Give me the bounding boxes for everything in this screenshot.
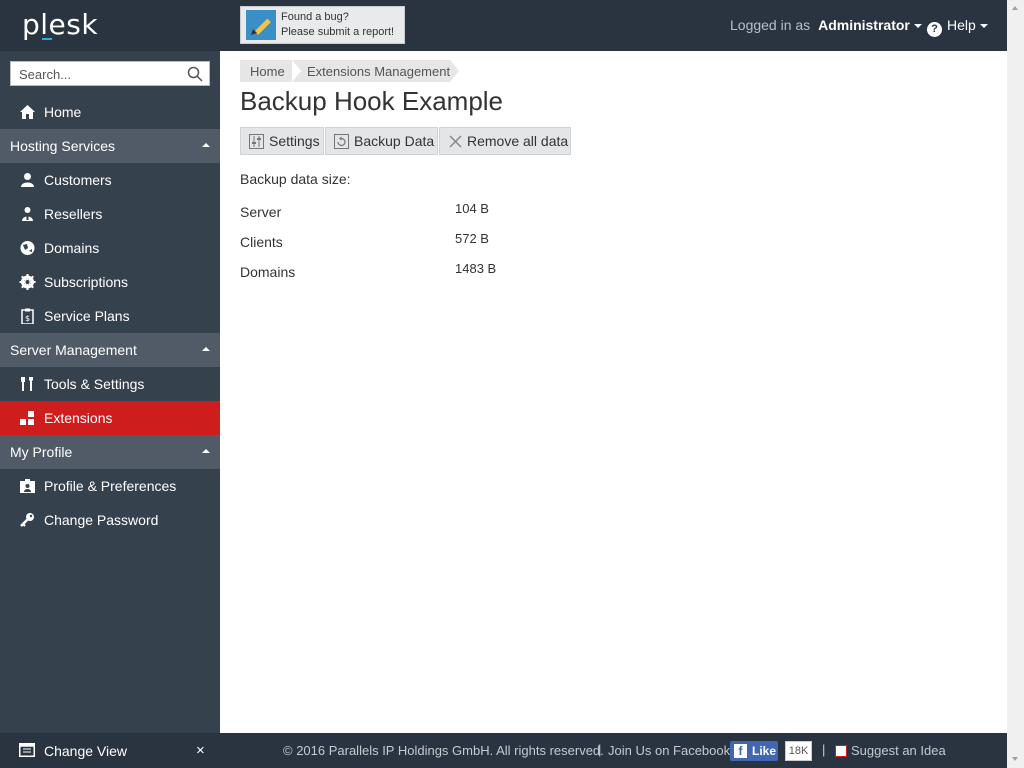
sidebar-item-label: Service Plans	[44, 308, 130, 324]
backup-row-label: Domains	[240, 264, 296, 280]
logo-text: plesk	[22, 8, 99, 41]
footer-divider: |	[822, 742, 826, 757]
change-view-label: Change View	[44, 743, 128, 759]
suggest-idea-link[interactable]: Suggest an Idea	[835, 743, 946, 758]
home-icon	[20, 105, 35, 119]
remove-icon	[449, 135, 462, 148]
gear-icon	[19, 274, 36, 290]
facebook-icon: f	[734, 744, 747, 758]
breadcrumb-home[interactable]: Home	[240, 60, 301, 82]
scroll-down-icon[interactable]	[1012, 757, 1018, 761]
copyright: © 2016 Parallels IP Holdings GmbH. All r…	[283, 743, 604, 758]
sidebar-item-customers[interactable]: Customers	[0, 163, 220, 197]
backup-data-label: Backup Data	[354, 133, 435, 149]
sidebar-item-change-password[interactable]: Change Password	[0, 503, 220, 537]
scroll-up-icon[interactable]	[1012, 6, 1018, 10]
remove-all-data-button[interactable]: Remove all data	[439, 127, 571, 155]
like-count: 18K	[785, 741, 812, 761]
bug-line-2: Please submit a report!	[281, 26, 395, 38]
logo-accent	[42, 38, 52, 40]
sidebar-item-label: Home	[44, 104, 82, 120]
globe-icon	[20, 241, 35, 255]
sidebar-item-profile-preferences[interactable]: Profile & Preferences	[0, 469, 220, 503]
user-menu[interactable]: Logged in as Administrator	[730, 17, 922, 33]
sidebar-item-label: Change Password	[44, 512, 159, 528]
clipboard-icon: $	[21, 308, 34, 324]
sidebar-item-service-plans[interactable]: $ Service Plans	[0, 299, 220, 333]
sidebar-item-label: Subscriptions	[44, 274, 129, 290]
sliders-icon	[249, 134, 264, 149]
remove-all-data-label: Remove all data	[467, 133, 569, 149]
extensions-icon	[20, 411, 34, 425]
svg-text:$: $	[25, 314, 30, 323]
sidebar-item-label: Resellers	[44, 206, 103, 222]
sidebar-item-home[interactable]: Home	[0, 95, 220, 129]
backup-row-value: 104 B	[455, 201, 489, 216]
top-header: plesk Found a bug? Please submit a repor…	[0, 0, 1007, 51]
group-label: My Profile	[10, 444, 73, 460]
help-label: Help	[947, 17, 976, 33]
logged-in-label: Logged in as	[730, 17, 811, 33]
search-placeholder: Search...	[19, 67, 72, 82]
like-label: Like	[752, 744, 777, 758]
search-input[interactable]: Search...	[10, 61, 210, 86]
pencil-icon	[246, 10, 276, 40]
group-label: Server Management	[10, 342, 137, 358]
sidebar-item-label: Customers	[44, 172, 112, 188]
vertical-scrollbar[interactable]	[1007, 0, 1024, 768]
help-menu[interactable]: ? Help	[927, 17, 988, 37]
sidebar-item-label: Extensions	[44, 410, 113, 426]
bug-line-1: Found a bug?	[281, 11, 349, 23]
backup-row-value: 1483 B	[455, 261, 497, 276]
reseller-icon	[22, 207, 33, 221]
idea-icon	[835, 745, 847, 757]
chevron-down-icon	[979, 24, 988, 29]
sidebar-item-subscriptions[interactable]: Subscriptions	[0, 265, 220, 299]
footer-divider: |	[598, 742, 602, 757]
collapse-icon	[202, 347, 210, 351]
breadcrumb-extensions-management[interactable]: Extensions Management	[292, 60, 459, 82]
sidebar-item-label: Domains	[44, 240, 100, 256]
chevron-down-icon	[913, 24, 922, 29]
user-icon	[21, 173, 34, 187]
search-icon[interactable]	[187, 66, 203, 82]
plesk-logo[interactable]: plesk	[22, 8, 98, 41]
sidebar-item-tools-settings[interactable]: Tools & Settings	[0, 367, 220, 401]
help-icon: ?	[927, 22, 942, 37]
profile-card-icon	[20, 479, 35, 493]
suggest-label: Suggest an Idea	[851, 743, 946, 758]
footer: © 2016 Parallels IP Holdings GmbH. All r…	[220, 733, 1007, 768]
backup-icon	[334, 134, 349, 149]
backup-size-heading: Backup data size:	[240, 171, 351, 187]
bug-report-button[interactable]: Found a bug? Please submit a report!	[240, 6, 405, 44]
username: Administrator	[818, 17, 910, 33]
settings-button[interactable]: Settings	[240, 127, 324, 155]
facebook-like-button[interactable]: f Like	[730, 741, 778, 761]
sidebar-item-domains[interactable]: Domains	[0, 231, 220, 265]
group-hosting-services[interactable]: Hosting Services	[0, 129, 220, 163]
backup-data-button[interactable]: Backup Data	[325, 127, 438, 155]
group-label: Hosting Services	[10, 138, 116, 154]
settings-label: Settings	[269, 133, 320, 149]
change-view-bar[interactable]: Change View ×	[0, 733, 220, 768]
join-facebook-link[interactable]: Join Us on Facebook	[608, 743, 730, 758]
backup-row-label: Server	[240, 204, 282, 220]
sidebar-item-label: Tools & Settings	[44, 376, 145, 392]
sidebar-item-resellers[interactable]: Resellers	[0, 197, 220, 231]
backup-row-label: Clients	[240, 234, 283, 250]
backup-row-value: 572 B	[455, 231, 489, 246]
group-server-management[interactable]: Server Management	[0, 333, 220, 367]
group-my-profile[interactable]: My Profile	[0, 435, 220, 469]
sidebar: Search... Home Hosting Services Customer…	[0, 51, 220, 733]
key-icon	[20, 513, 34, 527]
window-icon	[19, 743, 35, 757]
tools-icon	[21, 377, 33, 391]
sidebar-item-extensions[interactable]: Extensions	[0, 401, 220, 435]
page-title: Backup Hook Example	[240, 86, 504, 116]
sidebar-item-label: Profile & Preferences	[44, 478, 177, 494]
collapse-icon	[202, 143, 210, 147]
close-icon[interactable]: ×	[196, 742, 205, 759]
collapse-icon	[202, 449, 210, 453]
